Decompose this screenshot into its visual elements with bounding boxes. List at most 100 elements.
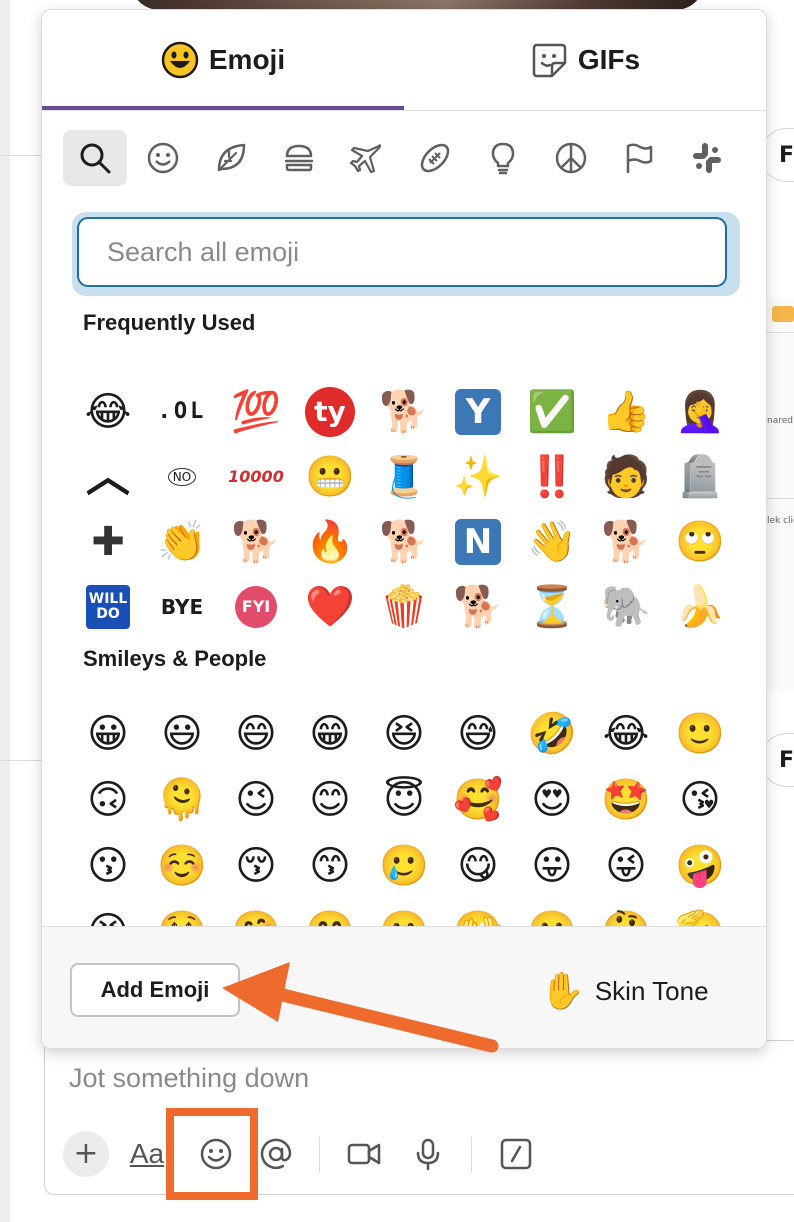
frequent-emoji[interactable]: 🧑 [596,447,656,507]
category-flags[interactable] [607,130,671,186]
frequent-emoji[interactable]: 🐕 [226,512,286,572]
frequent-emoji[interactable]: BYE [152,577,212,637]
category-smileys[interactable] [131,130,195,186]
add-emoji-button[interactable]: Add Emoji [70,963,240,1017]
smiley-emoji[interactable]: 🤣 [522,704,582,764]
smiley-emoji[interactable]: 😇 [374,770,434,830]
smiley-emoji[interactable]: 😗 [78,836,138,896]
frequent-emoji[interactable]: ❤️ [300,577,360,637]
frequent-emoji[interactable]: 💯 [226,382,286,442]
category-nature[interactable] [199,130,263,186]
frequent-emoji[interactable]: WILL DO [78,577,138,637]
smiley-emoji[interactable]: 😃 [152,704,212,764]
tab-gifs-label: GIFs [577,44,641,75]
smiley-emoji[interactable]: 🤗 [226,902,286,926]
frequent-emoji[interactable]: 🤦‍♀️ [670,382,730,442]
frequent-emoji[interactable]: 🍿 [374,577,434,637]
smiley-emoji[interactable]: 🤫 [522,902,582,926]
tab-gifs[interactable]: GIFs [404,10,766,110]
frequent-emoji[interactable]: 😂 [78,382,138,442]
smiley-emoji[interactable]: 🤔 [596,902,656,926]
frequent-emoji[interactable]: 🪦 [670,447,730,507]
frequent-emoji[interactable]: 👏 [152,512,212,572]
smiley-emoji[interactable]: 😙 [300,836,360,896]
smiley-emoji[interactable]: 🤩 [596,770,656,830]
smiley-emoji[interactable]: 😛 [522,836,582,896]
frequent-emoji[interactable]: 🐕 [448,577,508,637]
frequent-emoji[interactable]: 🐕 [374,512,434,572]
smiley-emoji[interactable]: 😊 [300,770,360,830]
video-clip-button[interactable] [339,1129,389,1179]
smiley-emoji[interactable]: 🤭 [300,902,360,926]
frequent-emoji[interactable]: NO [152,447,212,507]
smiley-emoji[interactable]: 😄 [226,704,286,764]
frequent-emoji[interactable]: 🔥 [300,512,360,572]
frequent-emoji[interactable]: 🧵 [374,447,434,507]
smiley-emoji[interactable]: 🤑 [152,902,212,926]
smiley-emoji[interactable]: 😋 [448,836,508,896]
category-search[interactable] [63,130,127,186]
category-travel[interactable] [335,130,399,186]
smiley-emoji[interactable]: 🤪 [670,836,730,896]
category-food[interactable] [267,130,331,186]
frequent-emoji[interactable]: 🍌 [670,577,730,637]
smiley-emoji[interactable]: 😉 [226,770,286,830]
smiley-emoji[interactable]: 😆 [374,704,434,764]
smiley-emoji[interactable]: 🙃 [78,770,138,830]
smiley-emoji[interactable]: 🫡 [670,902,730,926]
composer-placeholder[interactable]: Jot something down [69,1063,309,1094]
frequent-emoji[interactable]: Y [448,382,508,442]
smiley-emoji[interactable]: 😅 [448,704,508,764]
frequent-emoji[interactable]: 👍 [596,382,656,442]
frequent-emoji[interactable]: 😬 [300,447,360,507]
audio-clip-button[interactable] [403,1129,453,1179]
smiley-emoji[interactable]: 🥰 [448,770,508,830]
frequent-emoji[interactable]: FYI [226,577,286,637]
smiley-emoji[interactable]: 🥲 [374,836,434,896]
skin-tone-button[interactable]: ✋ Skin Tone [540,965,709,1017]
smiley-emoji[interactable]: 😜 [596,836,656,896]
tab-emoji[interactable]: Emoji [42,10,404,110]
frequent-emoji[interactable]: 🐘 [596,577,656,637]
smiley-emoji[interactable]: 🙂 [670,704,730,764]
smiley-emoji[interactable]: 😂 [596,704,656,764]
smiley-emoji[interactable]: 😀 [78,704,138,764]
category-activity[interactable] [403,130,467,186]
frequent-emoji[interactable]: ✅ [522,382,582,442]
mention-button[interactable] [253,1129,299,1179]
frequent-emoji[interactable]: ⏳ [522,577,582,637]
background-divider [764,498,794,499]
frequent-emoji[interactable]: N [448,512,508,572]
frequent-emoji[interactable]: ︿ [78,447,138,507]
frequent-emoji[interactable]: 👋 [522,512,582,572]
frequent-emoji[interactable]: ✨ [448,447,508,507]
frequent-emoji[interactable]: 10000 [226,447,286,507]
message-composer[interactable]: Jot something down + Aa [44,1040,794,1195]
frequent-emoji[interactable]: 🙄 [670,512,730,572]
shortcuts-button[interactable] [491,1129,541,1179]
frequent-emoji[interactable]: ‼️ [522,447,582,507]
emoji-glyph: 🧑 [601,454,651,500]
attach-plus-button[interactable]: + [63,1131,109,1177]
smiley-emoji[interactable]: 🫠 [152,770,212,830]
smiley-emoji[interactable]: 🫢 [374,902,434,926]
category-symbols[interactable] [539,130,603,186]
frequent-emoji[interactable]: ✚ [78,512,138,572]
smiley-emoji[interactable]: ☺️ [152,836,212,896]
smiley-emoji[interactable]: 🫣 [448,902,508,926]
smiley-emoji[interactable]: 😍 [522,770,582,830]
smiley-emoji[interactable]: 😝 [78,902,138,926]
smiley-emoji[interactable]: 😁 [300,704,360,764]
emoji-search-input[interactable] [77,217,727,287]
smiley-emoji[interactable]: 😚 [226,836,286,896]
frequent-emoji[interactable]: 🐕 [374,382,434,442]
smiley-emoji[interactable]: 😘 [670,770,730,830]
frequent-emoji[interactable]: 🐕 [596,512,656,572]
microphone-icon [416,1138,440,1171]
category-slack[interactable] [675,130,739,186]
emoji-glyph: 🐕 [379,519,429,565]
frequent-emoji[interactable]: .OL [152,382,212,442]
frequent-emoji[interactable]: ty [300,382,360,442]
category-objects[interactable] [471,130,535,186]
formatting-button[interactable]: Aa [127,1129,167,1179]
